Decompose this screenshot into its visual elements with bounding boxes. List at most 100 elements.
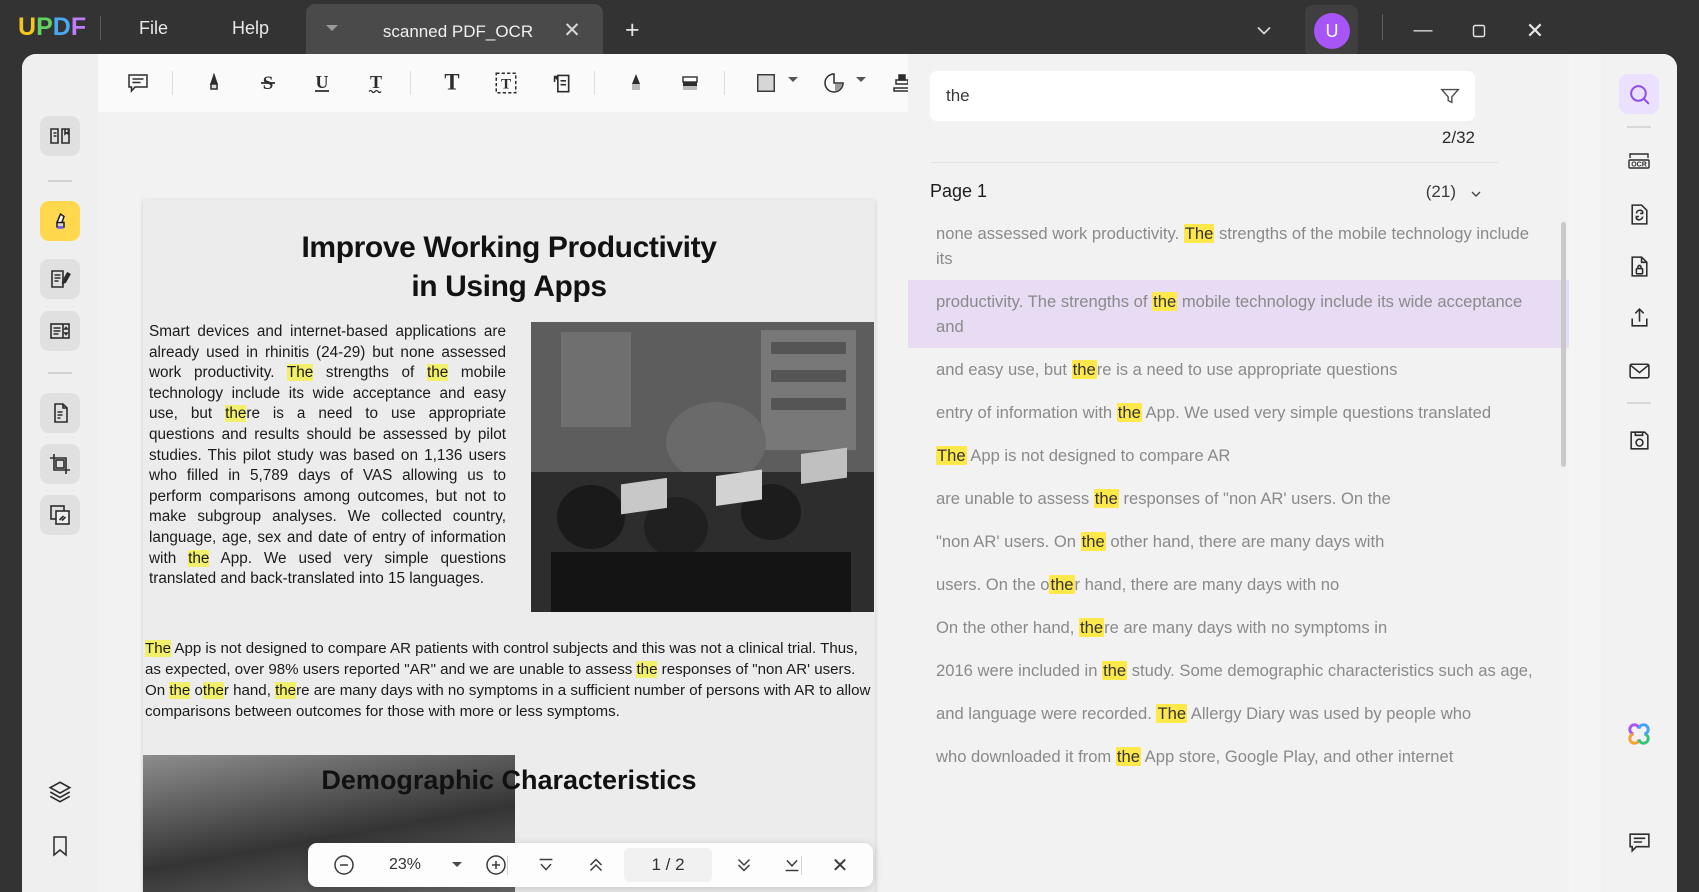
search-panel: 2/32 Page 1 (21) none assessed work prod… [908, 54, 1569, 892]
window-maximize-button[interactable] [1456, 10, 1502, 52]
sidebar-item-layers[interactable] [40, 772, 80, 812]
right-item-protect[interactable] [1619, 246, 1659, 286]
zoombar-divider-2 [801, 856, 802, 875]
stamp-dropdown-caret-icon[interactable] [856, 77, 866, 82]
match-counter: 2/32 [908, 128, 1475, 148]
search-match-highlight: the [1102, 661, 1127, 680]
tool-squiggly[interactable]: T [356, 63, 396, 103]
updf-window: UPDF File Help scanned PDF_OCR ✕ + U — ✕ [0, 0, 1699, 892]
zoom-out-button[interactable] [322, 843, 366, 887]
search-match-highlight: the [1072, 360, 1097, 379]
search-match-highlight: The [1156, 704, 1187, 723]
doc-paragraph-2: The App is not designed to compare AR pa… [145, 638, 873, 722]
search-result-item[interactable]: productivity. The strengths of the mobil… [908, 280, 1569, 348]
close-zoombar-button[interactable]: ✕ [818, 843, 862, 887]
right-item-ai-assistant[interactable] [1619, 714, 1659, 754]
page-indicator[interactable]: 1 / 2 [624, 848, 712, 882]
sidebar-item-ocr[interactable] [40, 495, 80, 535]
tab-close-icon[interactable]: ✕ [561, 20, 583, 42]
app-shell: S U T T T [22, 54, 1677, 892]
menu-file[interactable]: File [139, 18, 168, 39]
tool-strikethrough[interactable]: S [248, 63, 288, 103]
chevron-down-icon[interactable] [1468, 186, 1484, 202]
right-item-share[interactable] [1619, 298, 1659, 338]
zoom-level[interactable]: 23% [370, 843, 440, 887]
search-result-item[interactable]: "non AR' users. On the other hand, there… [908, 520, 1569, 563]
title-bar: UPDF File Help scanned PDF_OCR ✕ + U — ✕ [0, 0, 1699, 62]
search-match-highlight: the [1049, 575, 1074, 594]
toolbar-divider-4 [724, 71, 725, 95]
right-sidebar: OCR [1601, 54, 1677, 892]
logo-divider [100, 16, 101, 40]
document-tab[interactable]: scanned PDF_OCR ✕ [306, 4, 603, 59]
search-result-item[interactable]: The App is not designed to compare AR [908, 434, 1569, 477]
search-results-list[interactable]: none assessed work productivity. The str… [908, 212, 1569, 892]
last-page-button[interactable] [770, 843, 814, 887]
doc-column-text: Smart devices and internet-based applica… [149, 322, 506, 590]
zoom-dropdown-caret-icon[interactable] [442, 843, 472, 887]
sidebar-item-organize[interactable] [40, 311, 80, 351]
window-minimize-button[interactable]: — [1400, 10, 1446, 52]
sidebar-divider [48, 180, 72, 182]
right-item-comments[interactable] [1619, 822, 1659, 862]
filter-icon[interactable] [1439, 85, 1461, 107]
chevron-down-icon[interactable] [1252, 18, 1276, 42]
tool-sticky-note[interactable] [118, 63, 158, 103]
search-result-item[interactable]: and easy use, but there is a need to use… [908, 348, 1569, 391]
account-button[interactable]: U [1305, 5, 1358, 57]
tool-pencil[interactable] [616, 63, 656, 103]
right-item-save[interactable] [1619, 420, 1659, 460]
tool-highlight[interactable] [194, 63, 234, 103]
logo-letter-d: D [53, 13, 71, 42]
tool-text-box[interactable]: T [486, 63, 526, 103]
right-item-convert[interactable] [1619, 194, 1659, 234]
search-match-highlight: the [1152, 292, 1177, 311]
search-result-item[interactable]: are unable to assess the responses of "n… [908, 477, 1569, 520]
tool-text-callout[interactable] [540, 63, 580, 103]
sidebar-item-annotate[interactable] [40, 201, 80, 241]
sidebar-item-reader[interactable] [40, 116, 80, 156]
search-result-item[interactable]: none assessed work productivity. The str… [908, 212, 1569, 280]
search-page-group-header[interactable]: Page 1 (21) [930, 172, 1498, 212]
search-field[interactable] [930, 71, 1475, 121]
right-divider-2 [1627, 402, 1651, 404]
search-input[interactable] [946, 71, 1411, 121]
sidebar-item-convert[interactable] [40, 393, 80, 433]
window-close-button[interactable]: ✕ [1512, 10, 1558, 52]
doc-highlight: the [225, 405, 246, 422]
search-match-highlight: the [1117, 403, 1142, 422]
search-result-item[interactable]: users. On the other hand, there are many… [908, 563, 1569, 606]
sidebar-item-crop[interactable] [40, 444, 80, 484]
tool-stamp-shape[interactable] [814, 63, 854, 103]
page-group-label: Page 1 [930, 181, 987, 202]
zoom-in-button[interactable] [474, 843, 518, 887]
tool-eraser[interactable] [670, 63, 710, 103]
next-page-button[interactable] [722, 843, 766, 887]
document-viewport[interactable]: Improve Working Productivity in Using Ap… [98, 112, 908, 892]
tool-underline[interactable]: U [302, 63, 342, 103]
search-match-highlight: the [1081, 532, 1106, 551]
menu-help[interactable]: Help [232, 18, 269, 39]
logo-letter-f: F [71, 13, 86, 42]
search-result-item[interactable]: who downloaded it from the App store, Go… [908, 735, 1569, 778]
search-result-item[interactable]: and language were recorded. The Allergy … [908, 692, 1569, 735]
search-result-item[interactable]: On the other hand, there are many days w… [908, 606, 1569, 649]
tool-shape[interactable] [746, 63, 786, 103]
right-item-ocr[interactable]: OCR [1619, 142, 1659, 182]
tool-add-text[interactable]: T [432, 63, 472, 103]
right-item-search[interactable] [1619, 74, 1659, 114]
first-page-button[interactable] [524, 843, 568, 887]
doc-section-heading: Demographic Characteristics [143, 765, 875, 796]
search-result-item[interactable]: 2016 were included in the study. Some de… [908, 649, 1569, 692]
search-result-item[interactable]: entry of information with the App. We us… [908, 391, 1569, 434]
sidebar-item-bookmark[interactable] [40, 826, 80, 866]
prev-page-button[interactable] [574, 843, 618, 887]
search-match-highlight: The [936, 446, 967, 465]
toolbar-divider-2 [410, 71, 411, 95]
right-item-email[interactable] [1619, 350, 1659, 390]
tab-caret-down-icon[interactable] [326, 25, 338, 31]
search-scrollbar[interactable] [1561, 222, 1566, 467]
sidebar-item-edit[interactable] [40, 259, 80, 299]
shape-dropdown-caret-icon[interactable] [788, 77, 798, 82]
new-tab-button[interactable]: + [625, 18, 640, 43]
